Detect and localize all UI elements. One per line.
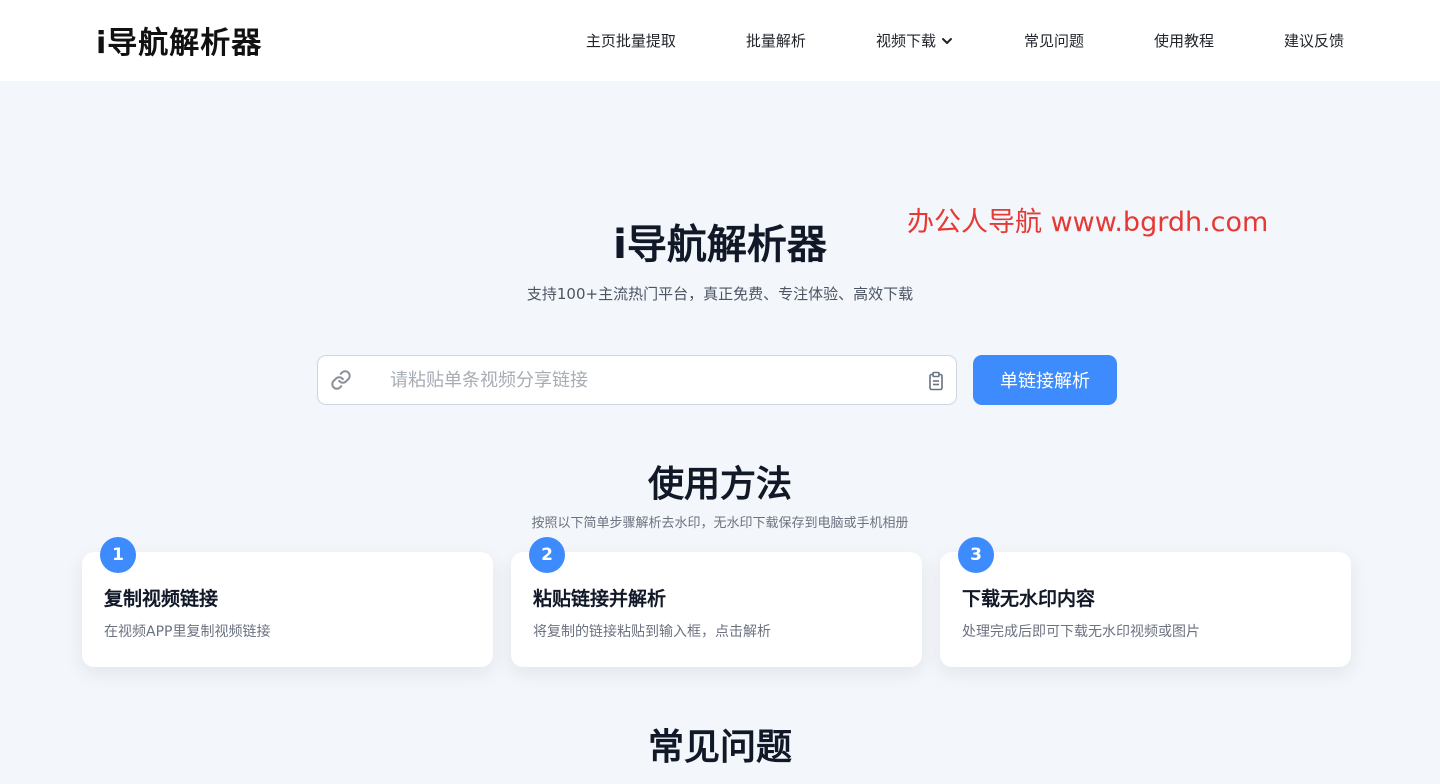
nav-label: 主页批量提取 bbox=[585, 32, 676, 50]
nav-label: 视频下载 bbox=[875, 32, 936, 50]
nav-label: 建议反馈 bbox=[1283, 32, 1344, 50]
step-number-badge: 1 bbox=[100, 537, 136, 573]
faq-section-title: 常见问题 bbox=[647, 727, 792, 768]
nav-item-feedback[interactable]: 建议反馈 bbox=[1284, 30, 1344, 51]
video-link-input[interactable] bbox=[390, 356, 910, 404]
step-description: 在视频APP里复制视频链接 bbox=[104, 624, 271, 640]
search-box bbox=[317, 355, 957, 405]
usage-section-title: 使用方法 bbox=[647, 464, 792, 505]
step-number-badge: 2 bbox=[529, 537, 565, 573]
step-description: 处理完成后即可下载无水印视频或图片 bbox=[962, 624, 1200, 640]
watermark-text: 办公人导航 www.bgrdh.com bbox=[907, 207, 1269, 238]
single-link-parse-button[interactable]: 单链接解析 bbox=[973, 355, 1117, 405]
chevron-down-icon bbox=[940, 34, 954, 48]
step-title: 复制视频链接 bbox=[104, 588, 219, 610]
step-card-download: 3 下载无水印内容 处理完成后即可下载无水印视频或图片 bbox=[940, 537, 1351, 667]
nav-item-batch-parse[interactable]: 批量解析 bbox=[746, 30, 806, 51]
link-icon bbox=[330, 369, 352, 395]
nav-item-faq[interactable]: 常见问题 bbox=[1024, 30, 1084, 51]
nav-item-video-download[interactable]: 视频下载 bbox=[876, 30, 954, 51]
top-header: i导航解析器 主页批量提取 批量解析 视频下载 常见问题 使用教程 建议反馈 bbox=[0, 0, 1440, 81]
step-card-copy: 1 复制视频链接 在视频APP里复制视频链接 bbox=[82, 537, 493, 667]
nav-label: 常见问题 bbox=[1023, 32, 1084, 50]
nav-item-batch-extract[interactable]: 主页批量提取 bbox=[586, 30, 676, 51]
step-title: 粘贴链接并解析 bbox=[533, 588, 667, 610]
hero-subtitle: 支持100+主流热门平台，真正免费、专注体验、高效下载 bbox=[526, 285, 914, 303]
step-title: 下载无水印内容 bbox=[962, 588, 1096, 610]
main-nav: 主页批量提取 批量解析 视频下载 常见问题 使用教程 建议反馈 bbox=[586, 0, 1344, 81]
usage-subtitle: 按照以下简单步骤解析去水印，无水印下载保存到电脑或手机相册 bbox=[531, 516, 909, 531]
clipboard-icon[interactable] bbox=[928, 371, 944, 395]
step-number-badge: 3 bbox=[958, 537, 994, 573]
site-logo[interactable]: i导航解析器 bbox=[96, 18, 262, 62]
nav-label: 使用教程 bbox=[1153, 32, 1214, 50]
step-card-paste: 2 粘贴链接并解析 将复制的链接粘贴到输入框，点击解析 bbox=[511, 537, 922, 667]
nav-label: 批量解析 bbox=[745, 32, 806, 50]
nav-item-tutorial[interactable]: 使用教程 bbox=[1154, 30, 1214, 51]
step-description: 将复制的链接粘贴到输入框，点击解析 bbox=[533, 624, 771, 640]
